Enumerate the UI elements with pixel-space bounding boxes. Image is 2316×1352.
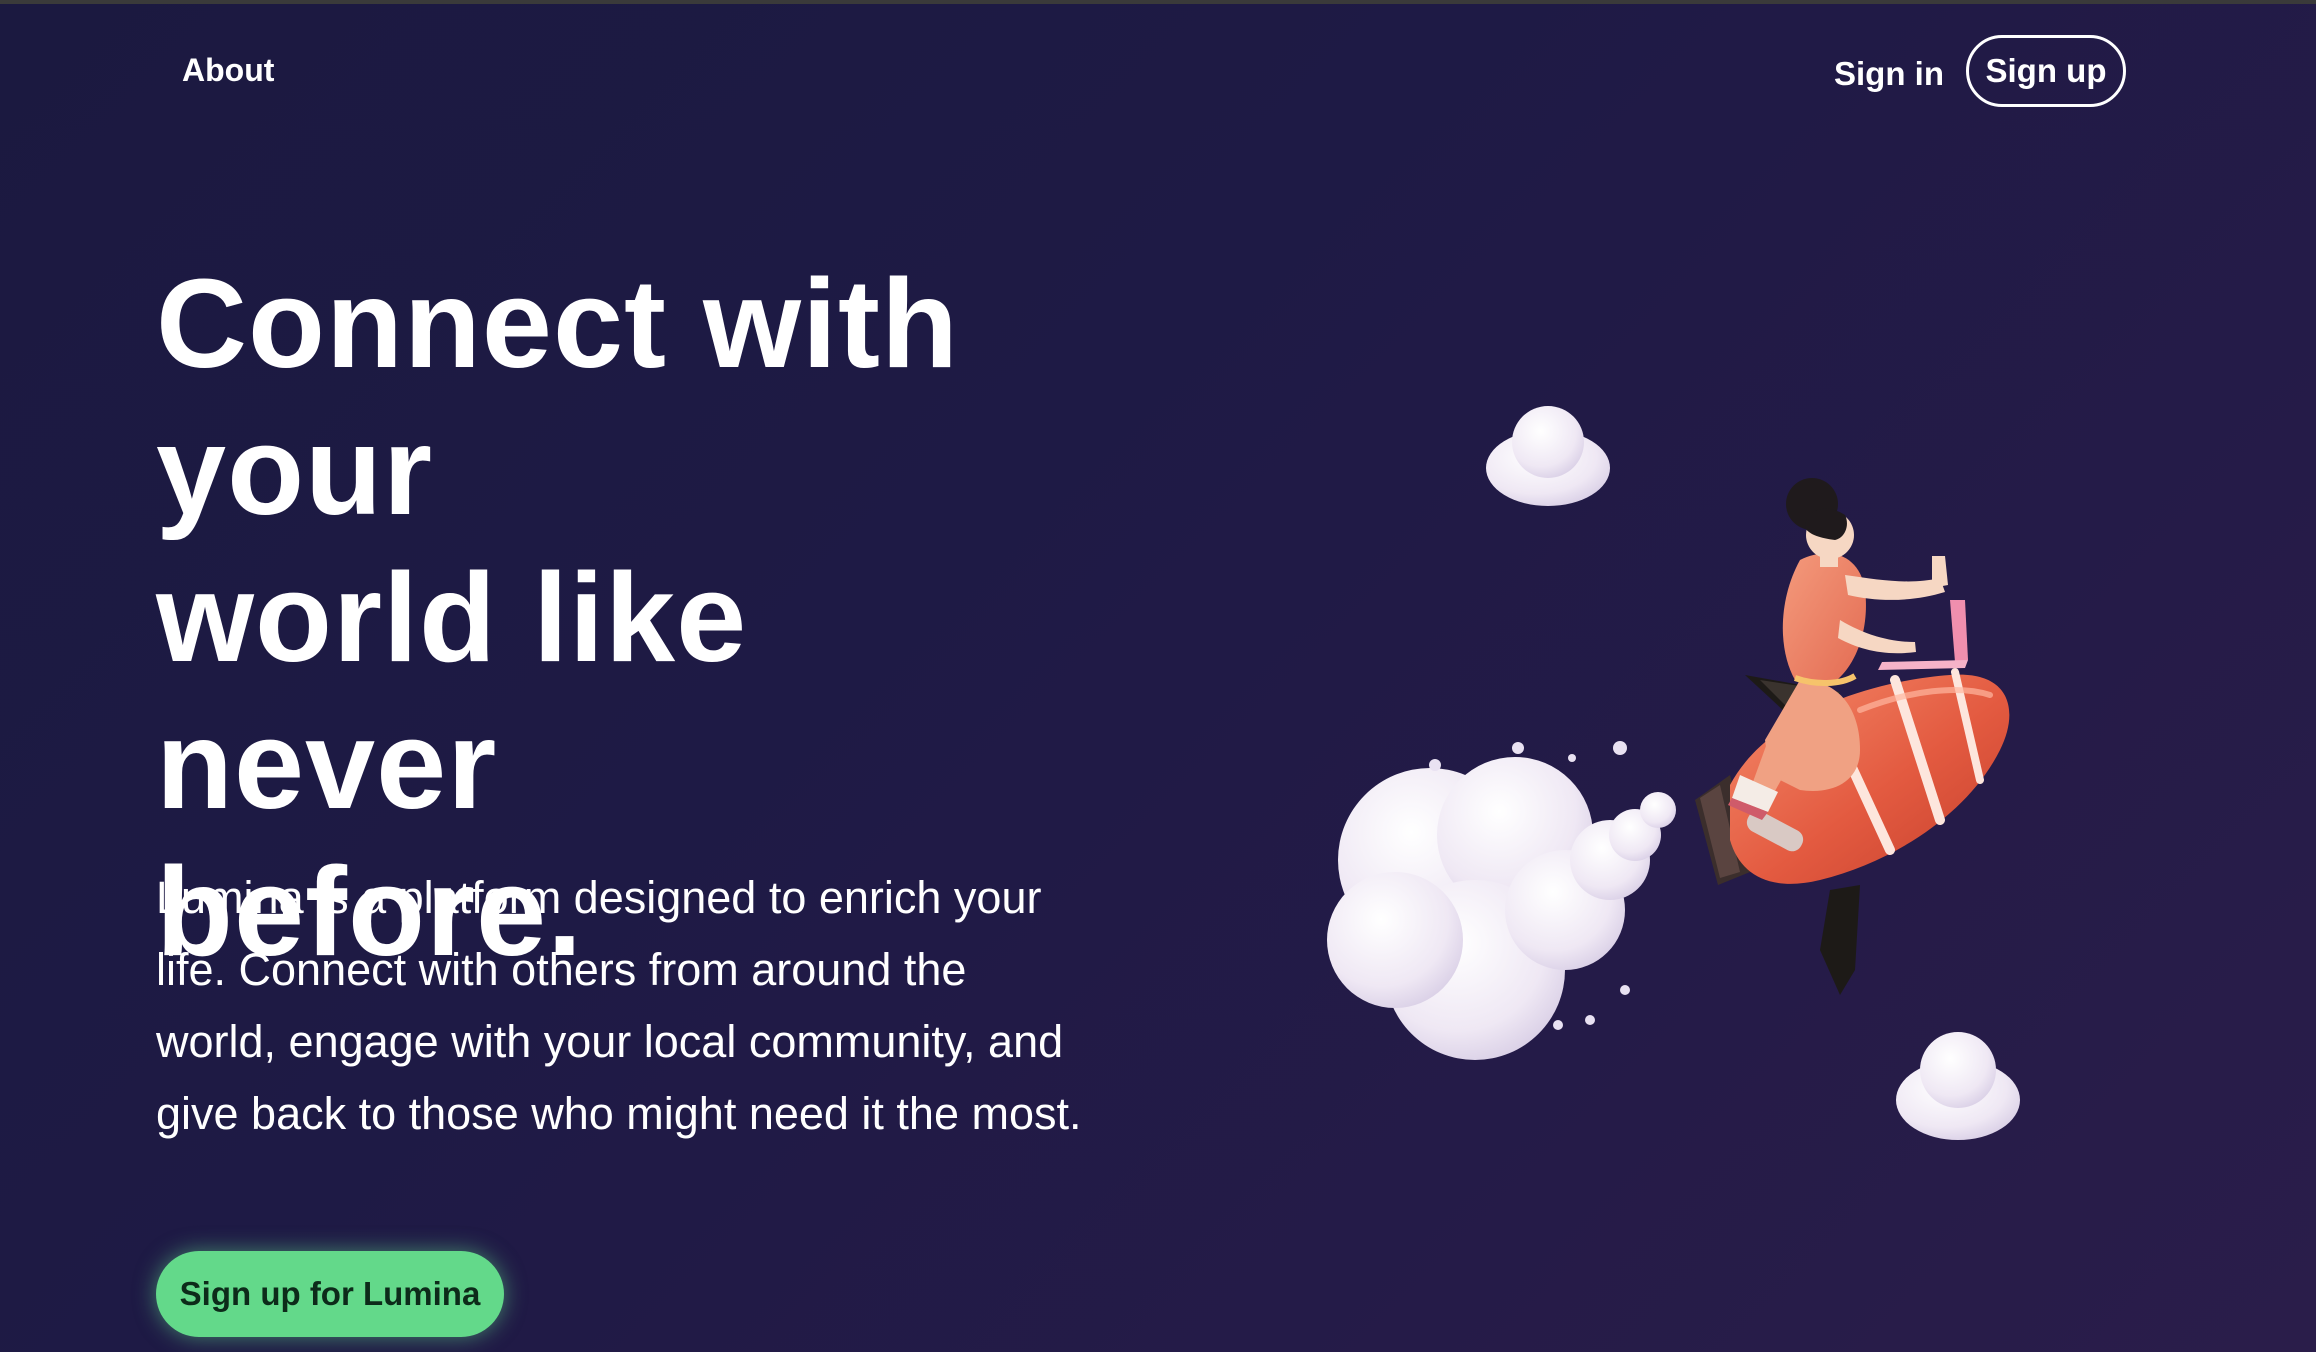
hero-title-line: Connect with: [156, 253, 959, 394]
sign-up-button[interactable]: Sign up: [1966, 35, 2126, 107]
sign-up-for-lumina-button[interactable]: Sign up for Lumina: [156, 1251, 504, 1337]
cloud-icon: [1486, 406, 1610, 506]
hero-title-line: your: [156, 400, 434, 541]
exhaust-cloud-icon: [1327, 741, 1676, 1060]
hero-description: Lumina is a platform designed to enrich …: [156, 872, 1082, 1139]
woman-riding-rocket-illustration: [1327, 406, 2020, 1140]
hero-title-line: world like never: [156, 547, 748, 835]
sign-in-link[interactable]: Sign in: [1834, 55, 1944, 93]
window-top-border: [0, 0, 2316, 4]
nav-about-link[interactable]: About: [182, 52, 274, 89]
cloud-icon: [1896, 1032, 2020, 1140]
